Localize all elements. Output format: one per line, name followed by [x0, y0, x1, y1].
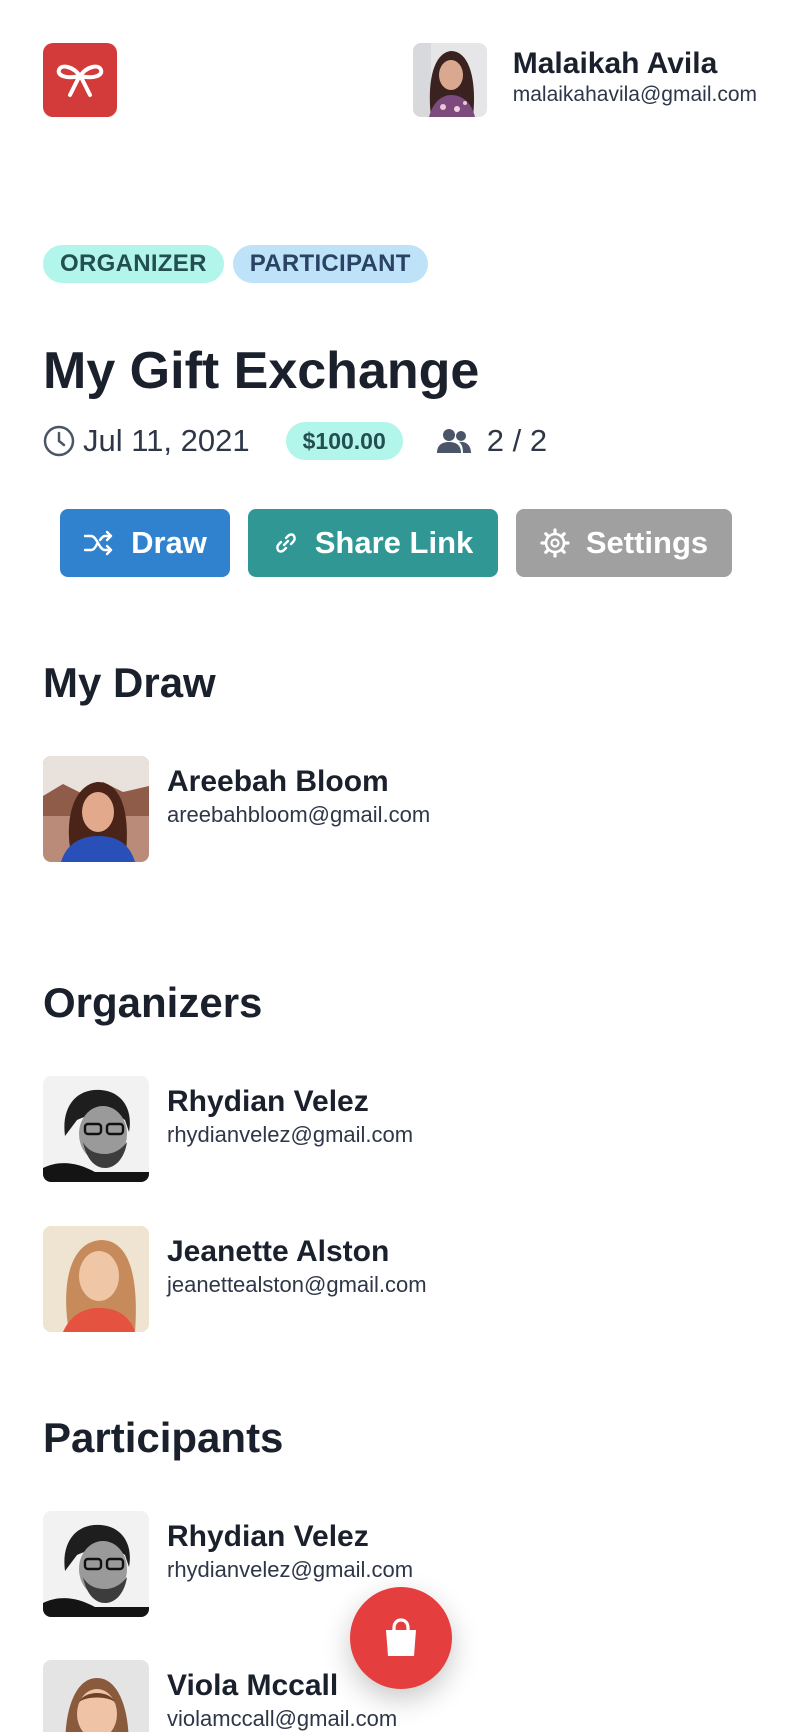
person-name: Jeanette Alston [167, 1235, 390, 1268]
avatar [43, 1076, 149, 1182]
ribbon-bow-icon [56, 64, 104, 97]
share-link-label: Share Link [314, 525, 474, 560]
user-name: Malaikah Avila [512, 47, 718, 80]
action-bar: Draw Share Link Settings [60, 509, 732, 577]
draw-button[interactable]: Draw [60, 509, 230, 577]
person-email: violamccall@gmail.com [167, 1706, 398, 1731]
settings-label: Settings [585, 525, 709, 560]
person-email: areebahbloom@gmail.com [167, 802, 431, 827]
person-name: Rhydian Velez [167, 1520, 369, 1553]
organizers-heading: Organizers [43, 979, 263, 1026]
person-name: Rhydian Velez [167, 1085, 369, 1118]
share-link-button[interactable]: Share Link [248, 509, 498, 577]
person-email: jeanettealston@gmail.com [167, 1272, 427, 1297]
date-text: Jul 11, 2021 [83, 423, 250, 458]
organizer-badge: ORGANIZER [43, 245, 224, 283]
participant-item[interactable]: Rhydian Velez rhydianvelez@gmail.com [43, 1511, 413, 1617]
app-logo[interactable] [43, 43, 117, 117]
person-email: rhydianvelez@gmail.com [167, 1557, 414, 1582]
link-icon [275, 533, 296, 553]
users-icon [436, 429, 471, 453]
avatar [43, 1660, 149, 1732]
avatar [43, 1511, 149, 1617]
person-name: Areebah Bloom [167, 765, 389, 798]
user-email: malaikahavila@gmail.com [512, 83, 757, 106]
avatar [43, 756, 149, 862]
shopping-bag-icon [386, 1618, 416, 1656]
shopping-bag-fab[interactable] [350, 1587, 452, 1689]
user-menu[interactable]: Malaikah Avila malaikahavila@gmail.com [412, 43, 757, 117]
gear-icon [540, 528, 570, 558]
participant-item[interactable]: Viola Mccall violamccall@gmail.com [43, 1660, 397, 1732]
settings-button[interactable]: Settings [516, 509, 732, 577]
budget-badge: $100.00 [285, 422, 403, 460]
avatar [412, 43, 487, 117]
participant-count: 2 / 2 [436, 423, 548, 459]
organizer-item[interactable]: Jeanette Alston jeanettealston@gmail.com [43, 1226, 427, 1332]
person-name: Viola Mccall [167, 1669, 339, 1702]
page-title: My Gift Exchange [43, 342, 480, 400]
participants-heading: Participants [43, 1414, 284, 1461]
my-draw-heading: My Draw [43, 659, 216, 706]
exchange-meta: Jul 11, 2021 $100.00 2 / 2 [43, 420, 547, 462]
clock-icon [43, 425, 75, 457]
shuffle-icon [83, 530, 113, 556]
count-text: 2 / 2 [486, 423, 548, 458]
my-draw-person[interactable]: Areebah Bloom areebahbloom@gmail.com [43, 756, 430, 862]
person-email: rhydianvelez@gmail.com [167, 1122, 414, 1147]
organizer-item[interactable]: Rhydian Velez rhydianvelez@gmail.com [43, 1076, 413, 1182]
avatar [43, 1226, 149, 1332]
draw-button-label: Draw [131, 525, 207, 560]
app-header: Malaikah Avila malaikahavila@gmail.com [43, 43, 757, 117]
role-badges: ORGANIZER PARTICIPANT [43, 245, 428, 283]
exchange-date: Jul 11, 2021 [43, 423, 250, 459]
participant-badge: PARTICIPANT [232, 245, 428, 283]
